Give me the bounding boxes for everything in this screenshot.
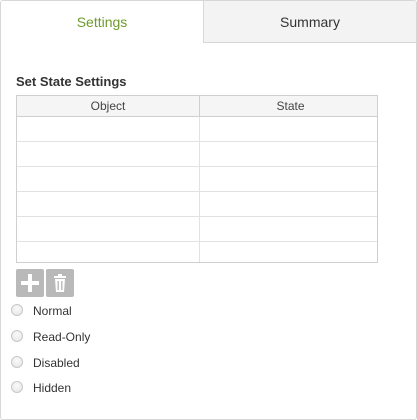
radio-button[interactable] (11, 304, 23, 316)
state-cell[interactable] (200, 192, 377, 216)
delete-row-button[interactable] (46, 269, 74, 297)
state-cell[interactable] (200, 142, 377, 166)
radio-label: Normal (33, 304, 72, 318)
tab-settings[interactable]: Settings (1, 1, 204, 43)
state-cell[interactable] (200, 217, 377, 241)
section-title: Set State Settings (16, 74, 127, 89)
table-row[interactable] (17, 217, 377, 242)
state-cell[interactable] (200, 117, 377, 141)
table-row[interactable] (17, 117, 377, 142)
object-cell[interactable] (17, 242, 200, 262)
trash-icon (54, 274, 66, 292)
radio-label: Hidden (33, 381, 72, 395)
column-header-state[interactable]: State (200, 96, 377, 116)
object-cell[interactable] (17, 217, 200, 241)
object-cell[interactable] (17, 142, 200, 166)
add-row-button[interactable] (16, 269, 44, 297)
column-header-object[interactable]: Object (17, 96, 200, 116)
set-state-panel: Settings Summary Set State Settings Obje… (0, 0, 417, 420)
object-cell[interactable] (17, 192, 200, 216)
radio-label: Read-Only (33, 330, 91, 344)
table-body (17, 117, 377, 262)
table-row[interactable] (17, 192, 377, 217)
tab-bar: Settings Summary (1, 1, 416, 43)
radio-button[interactable] (11, 356, 23, 368)
table-row[interactable] (17, 142, 377, 167)
table-header: Object State (17, 96, 377, 117)
object-cell[interactable] (17, 167, 200, 191)
object-cell[interactable] (17, 117, 200, 141)
radio-button[interactable] (11, 330, 23, 342)
radio-button[interactable] (11, 381, 23, 393)
radio-label: Disabled (33, 356, 80, 370)
state-settings-table: Object State (16, 95, 378, 263)
tab-summary[interactable]: Summary (204, 1, 416, 43)
state-cell[interactable] (200, 242, 377, 262)
plus-icon (21, 274, 39, 292)
table-row[interactable] (17, 242, 377, 262)
table-row[interactable] (17, 167, 377, 192)
state-cell[interactable] (200, 167, 377, 191)
